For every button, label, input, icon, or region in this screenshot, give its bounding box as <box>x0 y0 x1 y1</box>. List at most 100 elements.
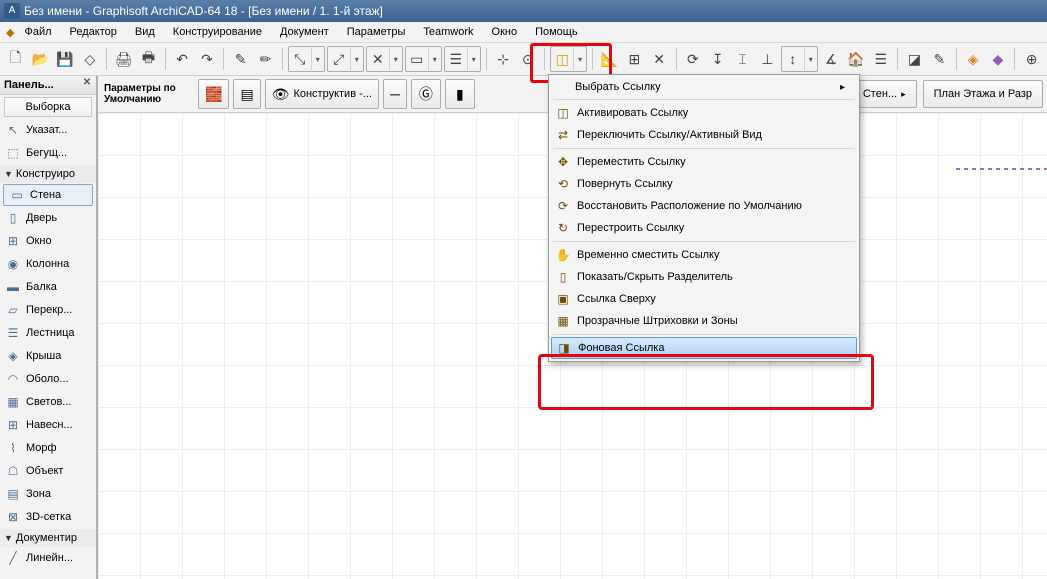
marquee-tool[interactable]: ⬚Бегущ... <box>0 142 96 165</box>
curtainwall-tool[interactable]: ⊞Навесн... <box>0 414 96 437</box>
floor-plan-button[interactable]: План Этажа и Разр <box>923 80 1043 108</box>
menu-document[interactable]: Документ <box>272 24 337 40</box>
menu-select-reference[interactable]: Выбрать Ссылку ▸ <box>551 77 857 97</box>
menu-background-reference[interactable]: ◨Фоновая Ссылка <box>551 337 857 359</box>
split-1[interactable]: ⤡▾ <box>288 46 325 72</box>
close-icon[interactable]: ✕ <box>80 77 94 91</box>
select-button[interactable]: Выборка <box>4 97 92 117</box>
section-button[interactable]: ▮ <box>445 79 475 109</box>
stair-tool[interactable]: ☰Лестница <box>0 322 96 345</box>
menu-temp-shift-reference[interactable]: ✋Временно сместить Ссылку <box>551 244 857 266</box>
panel-header[interactable]: Панель... ✕ <box>0 76 96 95</box>
redo-icon[interactable]: ↷ <box>196 46 219 72</box>
menu-teamwork[interactable]: Teamwork <box>415 24 481 40</box>
pointer-tool[interactable]: ↖Указат... <box>0 119 96 142</box>
open-file-icon[interactable]: 📂 <box>29 46 52 72</box>
trace-reference-menu: Выбрать Ссылку ▸ ◫Активировать Ссылку ⇄П… <box>548 74 860 362</box>
wall-layer-button[interactable]: 🧱 <box>198 79 229 109</box>
menu-help[interactable]: Помощь <box>527 24 586 40</box>
menu-file[interactable]: Файл <box>16 24 59 40</box>
door-tool[interactable]: ▯Дверь <box>0 207 96 230</box>
skylight-tool[interactable]: ▦Светов... <box>0 391 96 414</box>
split-3[interactable]: ✕▾ <box>366 46 403 72</box>
menu-rotate-reference[interactable]: ⟲Повернуть Ссылку <box>551 173 857 195</box>
roof-icon: ◈ <box>4 348 22 364</box>
menu-window[interactable]: Окно <box>484 24 526 40</box>
menu-switch-reference[interactable]: ⇄Переключить Ссылку/Активный Вид <box>551 124 857 146</box>
move-icon: ✥ <box>555 154 571 170</box>
new-file-icon[interactable]: 🗋 <box>4 46 27 72</box>
reset-icon: ⟳ <box>555 198 571 214</box>
pointer-icon: ↖ <box>4 122 22 138</box>
menu-toggle-splitter[interactable]: ▯Показать/Скрыть Разделитель <box>551 266 857 288</box>
3d-icon[interactable]: ◈ <box>962 46 985 72</box>
split-2[interactable]: ⤢▾ <box>327 46 364 72</box>
eyedropper-icon[interactable]: ✎ <box>229 46 252 72</box>
wall-geo-button[interactable]: ─ <box>383 79 407 109</box>
slab-tool[interactable]: ▱Перекр... <box>0 299 96 322</box>
reference-icon: ◫ <box>555 105 571 121</box>
window-tool[interactable]: ⊞Окно <box>0 230 96 253</box>
separator <box>553 241 855 242</box>
split-6[interactable]: ↕▾ <box>781 46 818 72</box>
filter-icon[interactable]: ◪ <box>903 46 926 72</box>
column-tool[interactable]: ◉Колонна <box>0 253 96 276</box>
menu-activate-reference[interactable]: ◫Активировать Ссылку <box>551 102 857 124</box>
edit-icon[interactable]: ✎ <box>928 46 951 72</box>
object-tool[interactable]: ☖Объект <box>0 460 96 483</box>
opt-3-icon[interactable]: ⊥ <box>756 46 779 72</box>
ruler-icon[interactable]: ⊞ <box>623 46 646 72</box>
gem-icon[interactable]: ◆ <box>986 46 1009 72</box>
house-icon[interactable]: 🏠 <box>845 46 868 72</box>
cursor-snap-icon[interactable]: ⊙ <box>516 46 539 72</box>
globe-icon: Ⓖ <box>419 84 433 104</box>
split-5[interactable]: ☰▾ <box>444 46 481 72</box>
beam-tool[interactable]: ▬Балка <box>0 276 96 299</box>
mesh-tool[interactable]: ⊠3D-сетка <box>0 506 96 529</box>
menu-reset-reference[interactable]: ⟳Восстановить Расположение по Умолчанию <box>551 195 857 217</box>
shell-tool[interactable]: ◠Оболо... <box>0 368 96 391</box>
tool-x-icon[interactable]: ✕ <box>648 46 671 72</box>
menu-view[interactable]: Вид <box>127 24 163 40</box>
divider <box>897 48 898 70</box>
wall-profile-button[interactable]: ▤ <box>233 79 260 109</box>
print-icon[interactable]: 🖨 <box>112 46 135 72</box>
grid-icon[interactable]: ⊹ <box>492 46 515 72</box>
category-construct[interactable]: ▼Конструиро <box>0 165 96 183</box>
menu-transparent-fills[interactable]: ▦Прозрачные Штриховки и Зоны <box>551 310 857 332</box>
split-4[interactable]: ▭▾ <box>405 46 442 72</box>
menu-construct[interactable]: Конструирование <box>165 24 270 40</box>
switch-icon: ⇄ <box>555 127 571 143</box>
opt-2-icon[interactable]: ⌶ <box>731 46 754 72</box>
zone-tool[interactable]: ▤Зона <box>0 483 96 506</box>
suspend-icon[interactable]: ⟳ <box>681 46 704 72</box>
mesh-icon: ⊠ <box>4 509 22 525</box>
roof-tool[interactable]: ◈Крыша <box>0 345 96 368</box>
menubar: ◆ Файл Редактор Вид Конструирование Доку… <box>0 22 1047 43</box>
undo-icon[interactable]: ↶ <box>171 46 194 72</box>
save-icon[interactable]: 💾 <box>54 46 77 72</box>
menu-editor[interactable]: Редактор <box>62 24 125 40</box>
opt-1-icon[interactable]: ↧ <box>706 46 729 72</box>
wall-tool[interactable]: ▭Стена <box>3 184 93 206</box>
line-tool[interactable]: ╱Линейн... <box>0 547 96 570</box>
trace-reference-button[interactable]: ◫▾ <box>550 46 587 72</box>
syringe-icon[interactable]: ✏ <box>254 46 277 72</box>
category-document[interactable]: ▼Документир <box>0 529 96 547</box>
wall3d-icon: 🧱 <box>205 86 222 103</box>
construction-method-button[interactable]: 👁Конструктив -... <box>265 79 379 109</box>
globe-button[interactable]: Ⓖ <box>411 79 441 109</box>
menu-reference-on-top[interactable]: ▣Ссылка Сверху <box>551 288 857 310</box>
measure-icon[interactable]: 📐 <box>598 46 621 72</box>
plot-icon[interactable]: 🖶 <box>137 46 160 72</box>
menu-params[interactable]: Параметры <box>339 24 414 40</box>
doc-icon: ◆ <box>6 26 14 39</box>
menu-move-reference[interactable]: ✥Переместить Ссылку <box>551 151 857 173</box>
angle-icon[interactable]: ∡ <box>820 46 843 72</box>
morph-tool[interactable]: ⌇Морф <box>0 437 96 460</box>
tool-icon-4[interactable]: ◇ <box>78 46 101 72</box>
layers-icon[interactable]: ☰ <box>869 46 892 72</box>
last-icon[interactable]: ⊕ <box>1020 46 1043 72</box>
menu-rebuild-reference[interactable]: ↻Перестроить Ссылку <box>551 217 857 239</box>
default-params-label[interactable]: Параметры по Умолчанию <box>104 83 194 105</box>
